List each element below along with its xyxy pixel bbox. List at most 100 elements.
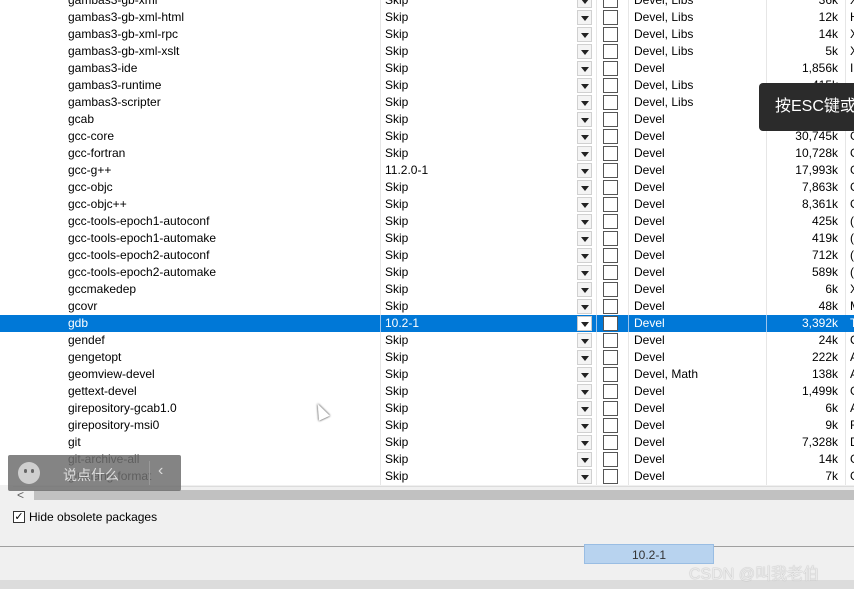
- version-dropdown-icon[interactable]: [577, 112, 592, 127]
- version-dropdown-icon[interactable]: [577, 435, 592, 450]
- package-version-select[interactable]: Skip: [385, 94, 575, 111]
- package-version-select[interactable]: Skip: [385, 451, 575, 468]
- checkbox-check-icon[interactable]: ✓: [13, 511, 25, 523]
- version-dropdown-icon[interactable]: [577, 299, 592, 314]
- package-version-select[interactable]: Skip: [385, 128, 575, 145]
- source-checkbox[interactable]: [603, 435, 618, 450]
- package-row[interactable]: gcc-tools-epoch1-autoconf Skip Devel 425k (: [0, 213, 854, 230]
- package-row[interactable]: git Skip Devel 7,328k D: [0, 434, 854, 451]
- version-dropdown-icon[interactable]: [577, 129, 592, 144]
- source-checkbox[interactable]: [603, 469, 618, 484]
- package-version-select[interactable]: Skip: [385, 26, 575, 43]
- package-row[interactable]: gcc-tools-epoch2-autoconf Skip Devel 712k (: [0, 247, 854, 264]
- source-checkbox[interactable]: [603, 44, 618, 59]
- source-checkbox[interactable]: [603, 0, 618, 8]
- package-row[interactable]: gcc-coreSkipDevel30,745kG: [0, 128, 854, 145]
- package-row[interactable]: girepository-gcab1.0 Skip Devel 6k A: [0, 400, 854, 417]
- package-row[interactable]: gcc-tools-epoch1-automake Skip Devel 419k (: [0, 230, 854, 247]
- version-dropdown-icon[interactable]: [577, 469, 592, 484]
- package-version-select[interactable]: Skip: [385, 264, 575, 281]
- source-checkbox[interactable]: [603, 282, 618, 297]
- source-checkbox[interactable]: [603, 95, 618, 110]
- source-checkbox[interactable]: [603, 180, 618, 195]
- package-version-select[interactable]: Skip: [385, 247, 575, 264]
- source-checkbox[interactable]: [603, 333, 618, 348]
- package-row[interactable]: gambas3-runtimeSkipDevel, Libs415k: [0, 77, 854, 94]
- package-row[interactable]: girepository-msi0 Skip Devel 9k F: [0, 417, 854, 434]
- version-dropdown-icon[interactable]: [577, 78, 592, 93]
- source-checkbox[interactable]: [603, 61, 618, 76]
- chat-input[interactable]: 说点什么: [63, 465, 119, 485]
- source-checkbox[interactable]: [603, 299, 618, 314]
- chat-input-bar[interactable]: 说点什么 ‹: [8, 455, 181, 491]
- source-checkbox[interactable]: [603, 112, 618, 127]
- package-row[interactable]: gettext-devel Skip Devel 1,499k G: [0, 383, 854, 400]
- package-version-select[interactable]: 10.2-1: [385, 315, 575, 332]
- source-checkbox[interactable]: [603, 27, 618, 42]
- package-version-select[interactable]: Skip: [385, 366, 575, 383]
- package-row[interactable]: gcab Skip Devel: [0, 111, 854, 128]
- version-dropdown-icon[interactable]: [577, 282, 592, 297]
- version-dropdown-icon[interactable]: [577, 265, 592, 280]
- package-row[interactable]: gendef Skip Devel 24k C: [0, 332, 854, 349]
- package-row[interactable]: gambas3-gb-xml-rpc Skip Devel, Libs 14k X: [0, 26, 854, 43]
- package-version-select[interactable]: Skip: [385, 298, 575, 315]
- package-row[interactable]: gcc-objc++ Skip Devel 8,361k G: [0, 196, 854, 213]
- version-dropdown-icon[interactable]: [577, 452, 592, 467]
- package-version-select[interactable]: Skip: [385, 332, 575, 349]
- package-row[interactable]: gcc-objc Skip Devel 7,863k G: [0, 179, 854, 196]
- source-checkbox[interactable]: [603, 452, 618, 467]
- version-dropdown-icon[interactable]: [577, 0, 592, 8]
- source-checkbox[interactable]: [603, 418, 618, 433]
- source-checkbox[interactable]: [603, 367, 618, 382]
- source-checkbox[interactable]: [603, 214, 618, 229]
- package-version-select[interactable]: Skip: [385, 349, 575, 366]
- package-version-select[interactable]: Skip: [385, 111, 575, 128]
- package-row[interactable]: gcovr Skip Devel 48k M: [0, 298, 854, 315]
- package-row[interactable]: gdb 10.2-1 Devel 3,392k T: [0, 315, 854, 332]
- version-dropdown-icon[interactable]: [577, 401, 592, 416]
- package-version-select[interactable]: Skip: [385, 145, 575, 162]
- version-dropdown-icon[interactable]: [577, 44, 592, 59]
- package-row[interactable]: geomview-devel Skip Devel, Math 138k A: [0, 366, 854, 383]
- version-dropdown-icon[interactable]: [577, 384, 592, 399]
- source-checkbox[interactable]: [603, 384, 618, 399]
- version-dropdown-icon[interactable]: [577, 418, 592, 433]
- package-version-select[interactable]: Skip: [385, 281, 575, 298]
- version-dropdown-icon[interactable]: [577, 180, 592, 195]
- version-dropdown-icon[interactable]: [577, 146, 592, 161]
- package-version-select[interactable]: Skip: [385, 0, 575, 9]
- package-row[interactable]: gambas3-gb-xml-html Skip Devel, Libs 12k H: [0, 9, 854, 26]
- package-version-select[interactable]: Skip: [385, 417, 575, 434]
- source-checkbox[interactable]: [603, 316, 618, 331]
- version-dropdown-icon[interactable]: [577, 350, 592, 365]
- version-dropdown-icon[interactable]: [577, 248, 592, 263]
- source-checkbox[interactable]: [603, 197, 618, 212]
- package-row[interactable]: gcc-g++ 11.2.0-1 Devel 17,993k G: [0, 162, 854, 179]
- hide-obsolete-checkbox[interactable]: ✓ Hide obsolete packages: [13, 510, 157, 524]
- version-dropdown-icon[interactable]: [577, 61, 592, 76]
- emoji-icon[interactable]: [18, 462, 40, 484]
- package-version-select[interactable]: Skip: [385, 196, 575, 213]
- package-version-select[interactable]: Skip: [385, 179, 575, 196]
- package-row[interactable]: gcc-tools-epoch2-automake Skip Devel 589k (: [0, 264, 854, 281]
- package-version-select[interactable]: Skip: [385, 43, 575, 60]
- source-checkbox[interactable]: [603, 146, 618, 161]
- package-row[interactable]: gambas3-ide Skip Devel 1,856k I: [0, 60, 854, 77]
- source-checkbox[interactable]: [603, 10, 618, 25]
- source-checkbox[interactable]: [603, 231, 618, 246]
- package-version-select[interactable]: Skip: [385, 400, 575, 417]
- package-row[interactable]: gengetopt Skip Devel 222k A: [0, 349, 854, 366]
- package-row[interactable]: gcc-fortran Skip Devel 10,728k G: [0, 145, 854, 162]
- scrollbar-thumb[interactable]: [34, 490, 854, 500]
- version-dropdown-icon[interactable]: [577, 197, 592, 212]
- version-dropdown-icon[interactable]: [577, 27, 592, 42]
- version-dropdown-icon[interactable]: [577, 10, 592, 25]
- collapse-chevron-icon[interactable]: ‹: [158, 462, 163, 480]
- version-dropdown-icon[interactable]: [577, 333, 592, 348]
- source-checkbox[interactable]: [603, 350, 618, 365]
- package-version-select[interactable]: Skip: [385, 213, 575, 230]
- package-version-select[interactable]: Skip: [385, 9, 575, 26]
- package-version-select[interactable]: Skip: [385, 230, 575, 247]
- source-checkbox[interactable]: [603, 78, 618, 93]
